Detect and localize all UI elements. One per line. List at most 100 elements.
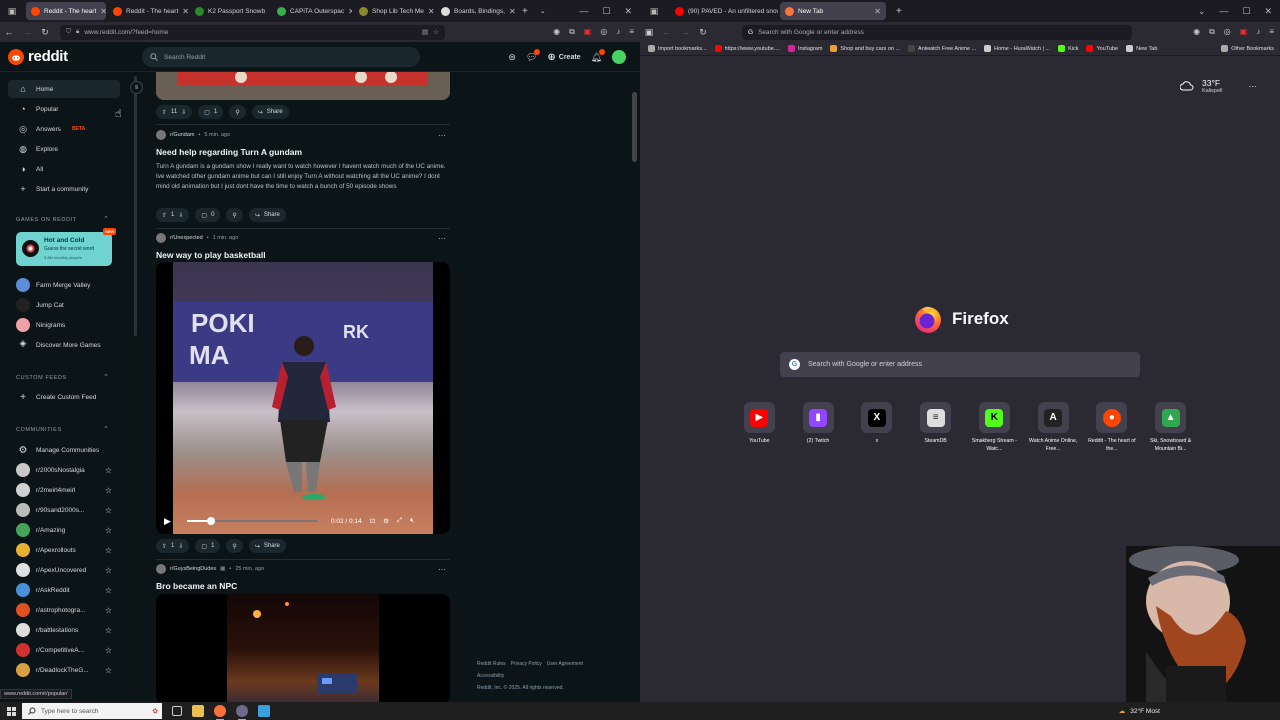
award-button[interactable]: ⚲ (226, 208, 243, 222)
footer-link[interactable]: Privacy Policy (511, 661, 542, 667)
downvote-icon[interactable]: ⇩ (178, 543, 183, 550)
favorite-star-icon[interactable]: ☆ (105, 526, 112, 535)
comments-button[interactable]: ▢ 0 (195, 208, 221, 222)
main-scrollbar-thumb[interactable] (632, 92, 637, 162)
audio-icon[interactable]: ♪ (616, 27, 620, 37)
new-tab-button[interactable]: + (522, 6, 528, 17)
weather-widget[interactable]: 33°F Kalispell ··· (1180, 78, 1256, 94)
browser-tab[interactable]: Shop Lib Tech Me ✕ (354, 2, 434, 20)
chat-icon[interactable]: 💬︎ (526, 48, 541, 63)
favorite-star-icon[interactable]: ☆ (105, 666, 112, 675)
footer-link[interactable]: Reddit Rules (477, 661, 506, 667)
bookmark-item[interactable]: Import bookmarks... (648, 45, 707, 52)
upvote-icon[interactable]: ⇧ (162, 212, 167, 219)
sidebar-game-item[interactable]: Farm Merge Valley (16, 276, 112, 294)
games-collapse-chevron-icon[interactable]: ⌃ (103, 215, 109, 223)
post-npc[interactable]: r/GuysBeingDudes ▦ • 25 min. ago ··· Bro… (156, 564, 450, 591)
tab-close-icon[interactable]: ✕ (269, 7, 270, 16)
post-title[interactable]: Need help regarding Turn A gundam (156, 147, 450, 157)
post-image-partial[interactable] (156, 72, 450, 100)
extension-red-icon[interactable]: ▣ (1240, 27, 1248, 37)
community-item[interactable]: r/battlestations ☆ (16, 621, 112, 639)
video-player[interactable]: POKI MA RK ▶ 0:02 / 0:14 ⊡ ⚙ ⤢ 🔇︎ (156, 262, 450, 534)
browser-tab[interactable]: K2 Passport Snowb✕ (190, 2, 270, 20)
share-button[interactable]: ↪ Share (248, 539, 286, 553)
audio-icon[interactable]: ♪ (1256, 27, 1260, 37)
post-basketball[interactable]: r/Unexpected • 1 min. ago ··· New way to… (156, 233, 450, 260)
community-item[interactable]: r/DeadlockTheG... ☆ (16, 661, 112, 679)
extensions-puzzle-icon[interactable]: ⧉ (569, 27, 575, 37)
account-icon[interactable]: ◎ (1224, 27, 1231, 37)
tab-overview-icon[interactable]: ▣ (640, 0, 668, 22)
reload-button[interactable]: ↻ (36, 27, 54, 38)
bookmark-item[interactable]: Shop and buy cars on ... (830, 45, 900, 52)
shortcut-tile[interactable]: ≡ SteamDB (906, 402, 965, 453)
tab-close-icon[interactable]: ✕ (100, 7, 106, 16)
app-menu-icon[interactable]: ≡ (1269, 27, 1274, 37)
shortcut-tile[interactable]: A Watch Anime Online, Free... (1024, 402, 1083, 453)
forward-button[interactable]: → (18, 27, 36, 37)
favorite-star-icon[interactable]: ☆ (105, 506, 112, 515)
favorite-star-icon[interactable]: ☆ (105, 566, 112, 575)
favorite-star-icon[interactable]: ☆ (105, 606, 112, 615)
bookmark-item[interactable]: Aniwatch Free Anime ... (908, 45, 976, 52)
downvote-icon[interactable]: ⇩ (181, 109, 186, 116)
subreddit-avatar[interactable] (156, 233, 166, 243)
extension-icon[interactable]: ◉ (1193, 27, 1200, 37)
subreddit-link[interactable]: r/Unexpected (170, 235, 203, 241)
taskbar-weather[interactable]: 32°F Most (1130, 708, 1160, 715)
address-bar[interactable]: ⛉ 🔒︎ www.reddit.com/?feed=home ▤ ☆ (60, 24, 445, 40)
shortcut-tile[interactable]: K Smakberg Stream - Watc... (965, 402, 1024, 453)
post-title[interactable]: Bro became an NPC (156, 581, 450, 591)
community-item[interactable]: r/Apexrollouts ☆ (16, 541, 112, 559)
games-section-header[interactable]: GAMES ON REDDIT (16, 217, 77, 223)
community-item[interactable]: r/ApexUncovered ☆ (16, 561, 112, 579)
post-more-options-icon[interactable]: ··· (438, 565, 446, 574)
extension-icon[interactable]: ◉ (553, 27, 560, 37)
settings-gear-icon[interactable]: ⚙ (383, 517, 389, 525)
task-view-icon[interactable] (172, 706, 182, 716)
comments-button[interactable]: ▢ 1 (198, 105, 224, 119)
sidebar-item-explore[interactable]: ◍ Explore (8, 140, 120, 158)
post-title[interactable]: New way to play basketball (156, 250, 450, 260)
featured-game-card[interactable]: Hot and Cold Guess the secret word 3.8M … (16, 232, 112, 266)
app-taskbar-icon[interactable] (258, 705, 270, 717)
subreddit-link[interactable]: r/GuysBeingDudes (170, 566, 216, 572)
tab-close-icon[interactable]: ✕ (428, 7, 434, 16)
tab-close-icon[interactable]: ✕ (182, 7, 188, 16)
sidebar-item-all[interactable]: ◑ All (8, 160, 120, 178)
award-button[interactable]: ⚲ (229, 105, 246, 119)
community-item[interactable]: r/2meirl4meirl ☆ (16, 481, 112, 499)
back-button[interactable]: ← (0, 27, 18, 37)
vote-pill[interactable]: ⇧ 1 ⇩ (156, 539, 190, 553)
upvote-icon[interactable]: ⇧ (162, 109, 167, 116)
play-icon[interactable]: ▶ (164, 516, 171, 527)
collapse-sidebar-button[interactable]: ≡ (130, 81, 143, 94)
custom-feeds-header[interactable]: CUSTOM FEEDS (16, 375, 67, 381)
reddit-search-input[interactable]: Search Reddit (142, 47, 420, 67)
browser-tab[interactable]: Reddit - The heart ✕ (108, 2, 188, 20)
bookmark-item[interactable]: Instagram (787, 45, 822, 52)
favorite-star-icon[interactable]: ☆ (105, 586, 112, 595)
favorite-star-icon[interactable]: ☆ (105, 626, 112, 635)
post-more-options-icon[interactable]: ··· (438, 234, 446, 243)
manage-communities-link[interactable]: ⚙ Manage Communities (16, 441, 112, 459)
comments-button[interactable]: ▢ 1 (195, 539, 221, 553)
subreddit-avatar[interactable] (156, 564, 166, 574)
extensions-puzzle-icon[interactable]: ⧉ (1209, 27, 1215, 37)
sidebar-item-start-a-community[interactable]: + Start a community (8, 180, 120, 198)
community-item[interactable]: r/AskReddit ☆ (16, 581, 112, 599)
post-npc-media[interactable] (156, 594, 450, 702)
address-bar[interactable]: G Search with Google or enter address (742, 24, 1132, 40)
bookmark-star-icon[interactable]: ☆ (433, 28, 439, 36)
community-item[interactable]: r/Amazing ☆ (16, 521, 112, 539)
community-item[interactable]: r/astrophotogra... ☆ (16, 601, 112, 619)
community-item[interactable]: r/90sand2000s... ☆ (16, 501, 112, 519)
communities-collapse-chevron-icon[interactable]: ⌃ (103, 425, 109, 433)
sidebar-game-item[interactable]: Jump Cat (16, 296, 112, 314)
tab-overview-icon[interactable]: ▣ (0, 0, 24, 22)
bookmark-item[interactable]: YouTube (1086, 45, 1118, 52)
browser-tab[interactable]: Boards, Bindings, ✕ (436, 2, 516, 20)
post-gundam[interactable]: r/Gundam • 5 min. ago ··· Need help rega… (156, 130, 450, 192)
maximize-button[interactable]: ☐ (602, 6, 610, 17)
